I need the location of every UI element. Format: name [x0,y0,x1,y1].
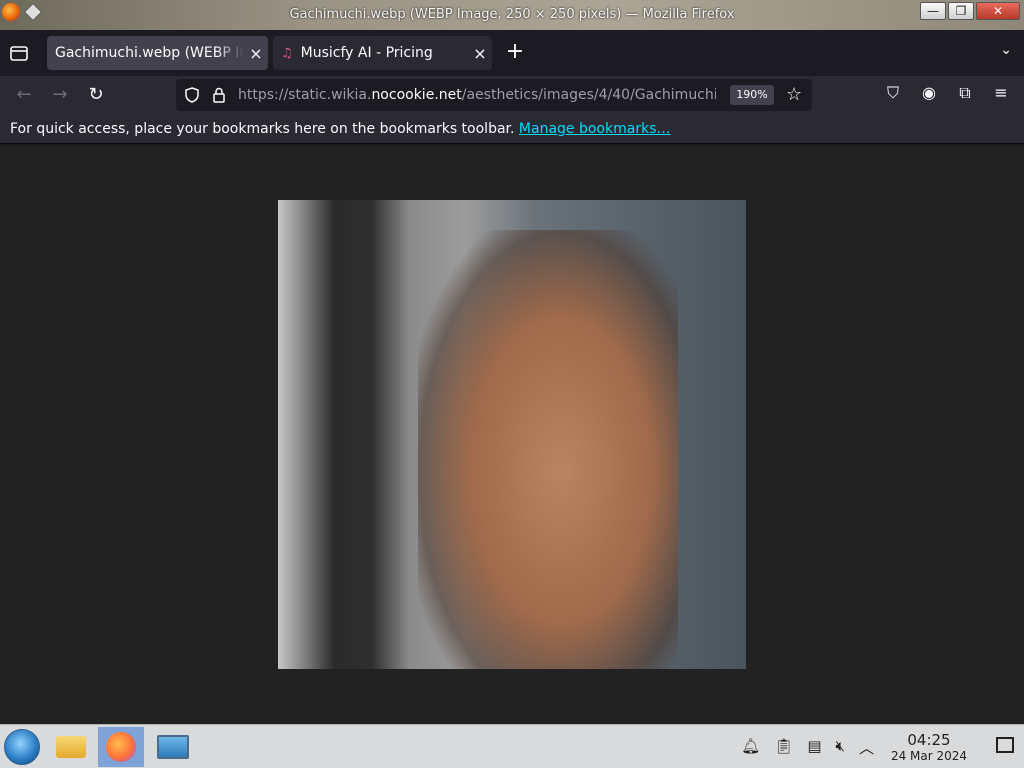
webp-image[interactable] [278,200,746,669]
forward-button[interactable]: → [48,83,72,107]
clipboard-icon[interactable]: 📋︎ [774,737,793,758]
reload-button[interactable]: ↻ [84,83,108,107]
close-window-button[interactable]: ✕ [976,2,1020,20]
zoom-level-badge[interactable]: 190% [730,85,774,105]
tab-label: Gachimuchi.webp (WEBP Image, 250 × 250 p… [55,45,244,61]
tab-gachimuchi[interactable]: Gachimuchi.webp (WEBP Image, 250 × 250 p… [47,36,268,70]
list-all-tabs-icon[interactable]: ⌄ [1000,42,1012,58]
bookmarks-toolbar: For quick access, place your bookmarks h… [0,114,1024,144]
notifications-icon[interactable]: 🔔︎ [741,737,760,758]
volume-muted-icon[interactable]: 🔇︎ [836,737,845,758]
taskbar: 🔔︎ 📋︎ ▤ 🔇︎ ︿ 04:25 24 Mar 2024 [0,724,1024,768]
tab-label: Musicfy AI - Pricing [300,45,433,61]
tab-musicfy[interactable]: ♫ Musicfy AI - Pricing × [273,36,492,70]
url-prefix: https://static.wikia. [238,87,372,103]
system-tray: 🔔︎ 📋︎ ▤ 🔇︎ ︿ [741,737,874,758]
music-note-icon: ♫ [281,45,293,61]
taskbar-file-manager[interactable] [48,727,94,767]
storage-icon[interactable]: ▤ [807,737,821,758]
folder-icon [56,736,86,758]
url-text[interactable]: https://static.wikia.nocookie.net/aesthe… [238,87,716,103]
pocket-icon[interactable]: ⛉ [882,83,904,103]
lock-icon[interactable] [212,87,226,103]
close-tab-icon[interactable]: × [468,44,492,63]
firefox-view-icon[interactable] [8,42,30,64]
navigation-toolbar: ← → ↻ https://static.wikia.nocookie.net/… [0,76,1024,114]
taskbar-system-settings[interactable] [150,727,196,767]
bookmark-star-icon[interactable]: ☆ [786,84,802,105]
extensions-icon[interactable]: ⧉ [954,83,976,103]
monitor-icon [157,735,189,759]
bookmarks-hint-text: For quick access, place your bookmarks h… [10,121,515,137]
maximize-button[interactable]: ❐ [948,2,974,20]
back-button[interactable]: ← [12,83,36,107]
url-bar[interactable]: https://static.wikia.nocookie.net/aesthe… [176,79,812,111]
firefox-icon [106,732,136,762]
window-titlebar: Gachimuchi.webp (WEBP Image, 250 × 250 p… [0,0,1024,30]
window-title: Gachimuchi.webp (WEBP Image, 250 × 250 p… [289,7,735,22]
start-menu-button[interactable] [4,729,40,765]
new-tab-button[interactable]: + [503,40,527,64]
tray-expand-icon[interactable]: ︿ [859,737,874,758]
account-icon[interactable]: ◉ [918,83,940,103]
manage-bookmarks-link[interactable]: Manage bookmarks… [519,121,671,137]
image-subject [418,230,678,669]
tab-bar: Gachimuchi.webp (WEBP Image, 250 × 250 p… [0,30,1024,76]
close-tab-icon[interactable]: × [244,44,268,63]
show-desktop-button[interactable] [996,737,1014,753]
url-host: nocookie.net [371,87,462,103]
url-path: /aesthetics/images/4/40/Gachimuchi.webp [461,87,716,103]
taskbar-firefox[interactable] [98,727,144,767]
page-content [0,145,1024,724]
clock-time: 04:25 [907,731,951,749]
clock[interactable]: 04:25 24 Mar 2024 [884,731,974,763]
minimize-button[interactable]: — [920,2,946,20]
clock-date: 24 Mar 2024 [890,749,968,763]
menu-icon[interactable]: ≡ [990,83,1012,103]
tracking-protection-shield-icon[interactable] [184,87,200,103]
